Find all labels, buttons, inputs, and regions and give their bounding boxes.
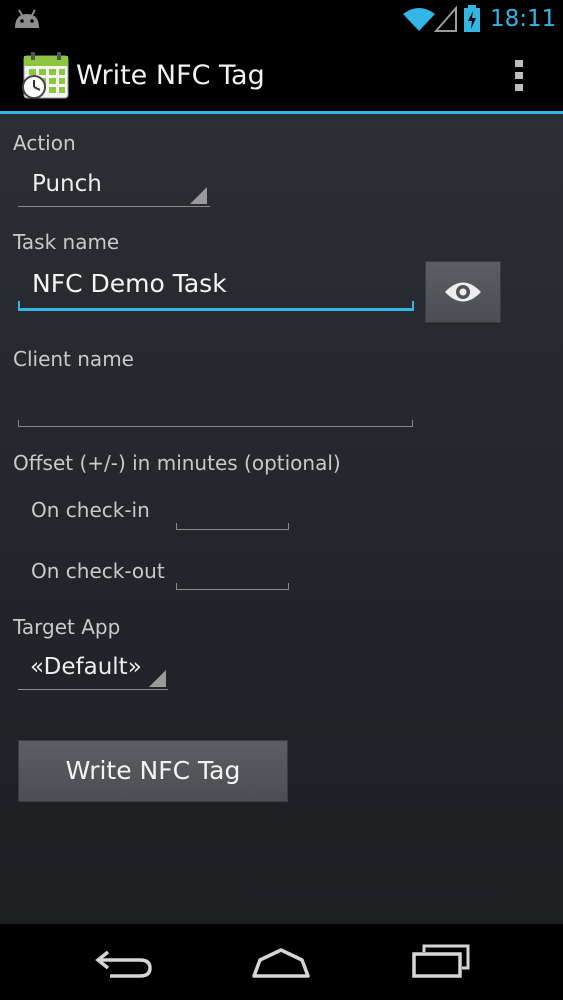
- check-in-offset-input[interactable]: [176, 494, 290, 532]
- task-name-value: NFC Demo Task: [32, 269, 227, 298]
- spinner-arrow-icon: [149, 670, 166, 687]
- spinner-underline: [18, 689, 168, 690]
- task-name-label: Task name: [13, 230, 120, 254]
- target-app-label: Target App: [13, 615, 121, 639]
- calendar-clock-icon[interactable]: [20, 50, 70, 104]
- target-app-spinner[interactable]: «Default»: [18, 649, 168, 691]
- client-name-underline: [18, 426, 413, 427]
- action-label: Action: [13, 131, 76, 155]
- status-time: 18:11: [490, 6, 557, 32]
- task-name-input[interactable]: NFC Demo Task: [18, 264, 416, 312]
- offset-label: Offset (+/-) in minutes (optional): [13, 451, 341, 475]
- action-spinner-value: Punch: [32, 171, 102, 197]
- battery-charging-icon: [463, 5, 481, 37]
- check-out-underline: [176, 589, 289, 590]
- spinner-arrow-icon: [190, 187, 207, 204]
- action-spinner[interactable]: Punch: [18, 166, 210, 208]
- android-icon: [12, 8, 42, 34]
- check-out-label: On check-out: [31, 559, 165, 583]
- recent-apps-icon[interactable]: [410, 944, 472, 984]
- write-nfc-tag-button[interactable]: Write NFC Tag: [18, 740, 288, 802]
- page-title: Write NFC Tag: [76, 60, 265, 91]
- eye-icon: [443, 279, 483, 309]
- wifi-icon: [402, 6, 436, 36]
- check-out-offset-input[interactable]: [176, 554, 290, 592]
- navigation-bar: [0, 924, 563, 1000]
- home-icon[interactable]: [250, 946, 312, 984]
- task-name-underline: [18, 308, 414, 311]
- client-name-label: Client name: [13, 347, 134, 371]
- status-bar: 18:11: [0, 0, 563, 40]
- show-task-button[interactable]: [425, 261, 501, 323]
- signal-icon: [433, 5, 458, 36]
- check-in-label: On check-in: [31, 498, 150, 522]
- form-content: Action Punch Task name NFC Demo Task Cli…: [0, 114, 563, 924]
- overflow-menu-icon[interactable]: [505, 58, 533, 98]
- client-name-input[interactable]: [18, 382, 414, 428]
- action-bar: Write NFC Tag: [0, 40, 563, 112]
- back-icon[interactable]: [94, 946, 156, 984]
- write-nfc-tag-button-label: Write NFC Tag: [65, 756, 241, 785]
- target-app-spinner-value: «Default»: [30, 654, 142, 680]
- check-in-underline: [176, 529, 289, 530]
- spinner-underline: [18, 206, 210, 207]
